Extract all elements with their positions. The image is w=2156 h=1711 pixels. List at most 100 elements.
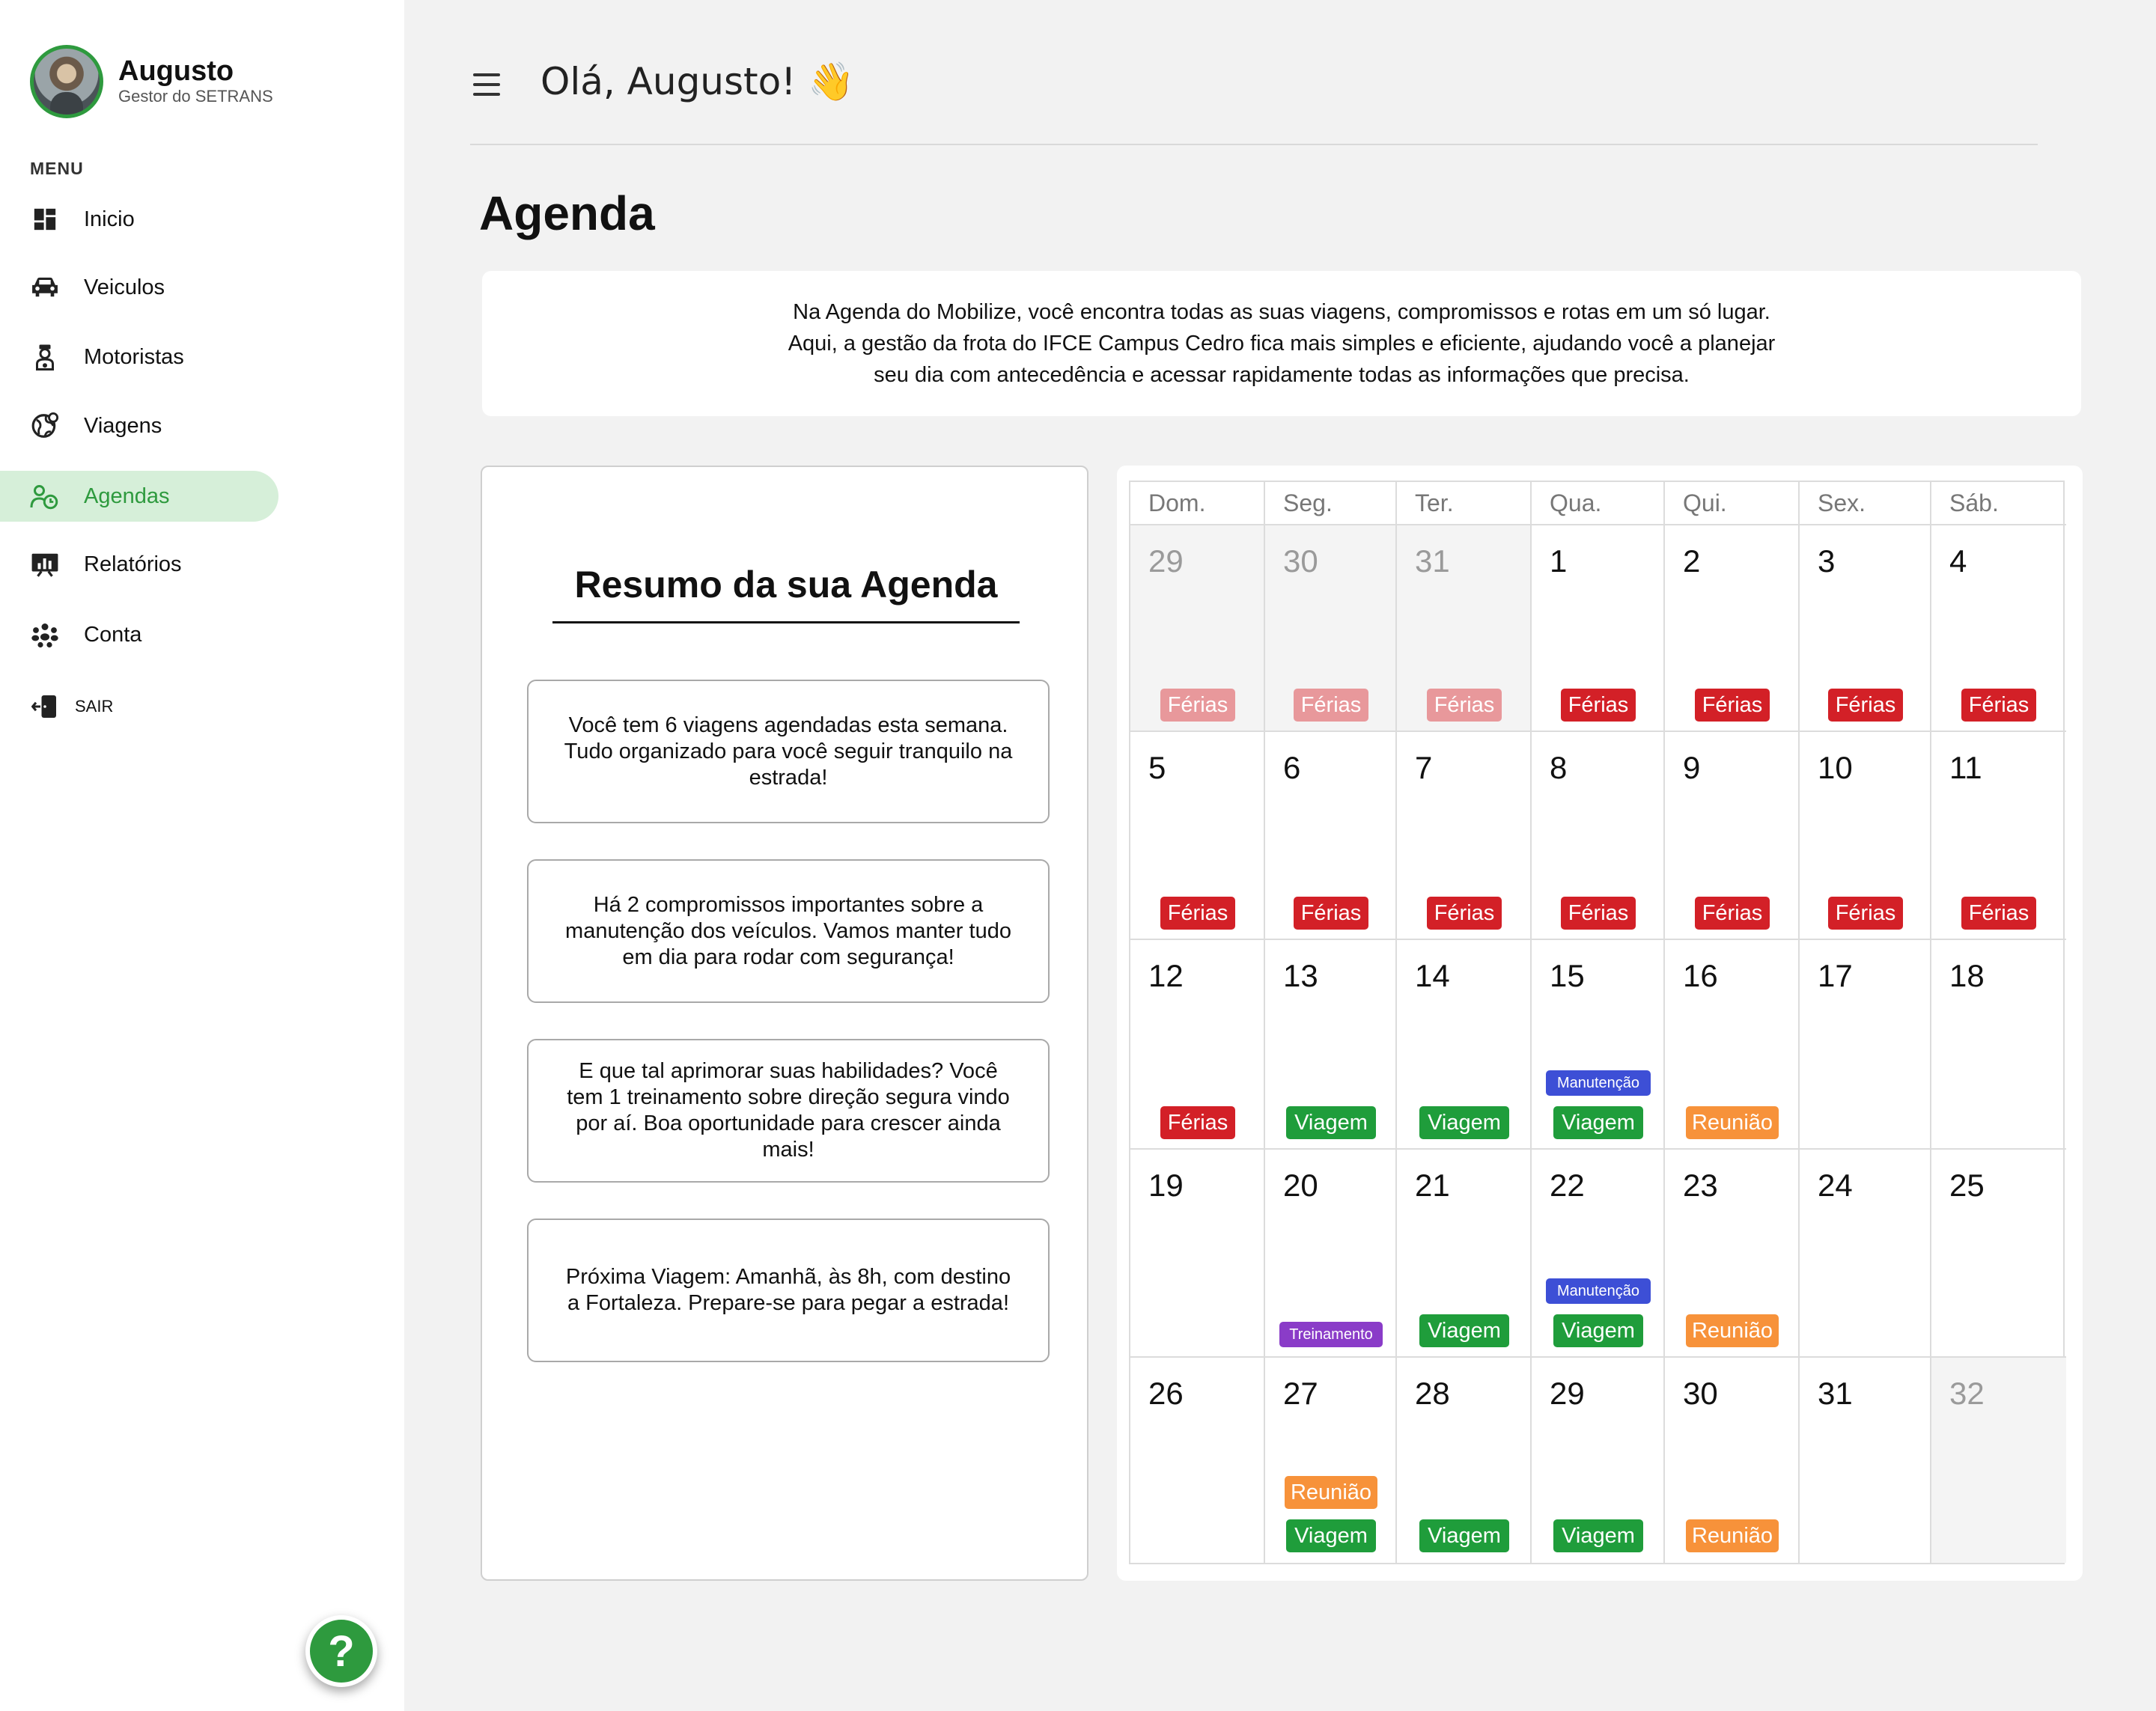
event-badge-ferias[interactable]: Férias (1561, 897, 1636, 930)
intro-card: Na Agenda do Mobilize, você encontra tod… (482, 271, 2081, 416)
event-badge-ferias[interactable]: Férias (1695, 689, 1770, 722)
day-number: 15 (1550, 958, 1585, 993)
weekday-header: Qua. (1532, 482, 1665, 525)
calendar-day[interactable]: 7 Férias (1397, 732, 1532, 940)
event-badge-viagem[interactable]: Viagem (1553, 1314, 1643, 1347)
event-badge-ferias[interactable]: Férias (1294, 897, 1368, 930)
event-badge-ferias[interactable]: Férias (1961, 897, 2036, 930)
sidebar-item-agendas[interactable]: Agendas (0, 471, 278, 522)
calendar-day[interactable]: 20 Treinamento (1265, 1150, 1397, 1358)
calendar-day[interactable]: 10 Férias (1800, 732, 1931, 940)
calendar-day[interactable]: 15 Viagem Manutenção (1532, 940, 1665, 1150)
event-badge-reuniao[interactable]: Reunião (1686, 1314, 1779, 1347)
calendar-day[interactable]: 28 Viagem (1397, 1358, 1532, 1563)
sidebar-item-inicio[interactable]: Inicio (0, 194, 278, 245)
avatar (30, 45, 103, 118)
day-number: 31 (1415, 543, 1450, 579)
event-badge-viagem[interactable]: Viagem (1553, 1106, 1643, 1139)
calendar-day[interactable]: 21 Viagem (1397, 1150, 1532, 1358)
calendar-day[interactable]: 1 Férias (1532, 525, 1665, 732)
event-badge-viagem[interactable]: Viagem (1419, 1519, 1509, 1552)
event-badge-ferias[interactable]: Férias (1160, 1106, 1235, 1139)
menu-toggle-icon[interactable] (473, 73, 500, 96)
calendar-day[interactable]: 3 Férias (1800, 525, 1931, 732)
calendar-day[interactable]: 23 Reunião (1665, 1150, 1800, 1358)
calendar-day[interactable]: 9 Férias (1665, 732, 1800, 940)
calendar-day[interactable]: 29 Férias (1130, 525, 1265, 732)
calendar-day[interactable]: 16 Reunião (1665, 940, 1800, 1150)
event-badge-treinamento[interactable]: Treinamento (1279, 1322, 1383, 1347)
calendar-day[interactable]: 18 (1931, 940, 2066, 1150)
summary-card-maintenance: Há 2 compromissos importantes sobre a ma… (527, 859, 1050, 1003)
calendar-day[interactable]: 32 (1931, 1358, 2066, 1563)
day-number: 31 (1818, 1376, 1853, 1411)
calendar-day[interactable]: 17 (1800, 940, 1931, 1150)
event-badge-ferias[interactable]: Férias (1961, 689, 2036, 722)
event-badge-ferias[interactable]: Férias (1561, 689, 1636, 722)
event-badge-viagem[interactable]: Viagem (1419, 1106, 1509, 1139)
calendar-day[interactable]: 31 (1800, 1358, 1931, 1563)
calendar-day[interactable]: 11 Férias (1931, 732, 2066, 940)
event-badge-reuniao[interactable]: Reunião (1686, 1519, 1779, 1552)
sidebar-item-viagens[interactable]: Viagens (0, 400, 278, 451)
calendar-day[interactable]: 22 Viagem Manutenção (1532, 1150, 1665, 1358)
event-badge-viagem[interactable]: Viagem (1419, 1314, 1509, 1347)
calendar-day[interactable]: 13 Viagem (1265, 940, 1397, 1150)
sidebar-item-relatorios[interactable]: Relatórios (0, 539, 278, 590)
calendar-day[interactable]: 26 (1130, 1358, 1265, 1563)
user-profile[interactable]: Augusto Gestor do SETRANS (30, 45, 273, 118)
event-badge-ferias[interactable]: Férias (1160, 897, 1235, 930)
day-number: 23 (1683, 1168, 1718, 1203)
day-number: 28 (1415, 1376, 1450, 1411)
calendar-day[interactable]: 19 (1130, 1150, 1265, 1358)
header-divider (470, 144, 2038, 145)
event-badge-ferias[interactable]: Férias (1828, 689, 1903, 722)
sidebar-item-label: Veiculos (84, 275, 165, 299)
calendar-day[interactable]: 6 Férias (1265, 732, 1397, 940)
event-badge-reuniao[interactable]: Reunião (1285, 1476, 1377, 1509)
sidebar-item-veiculos[interactable]: Veiculos (0, 262, 278, 313)
day-number: 7 (1415, 750, 1433, 785)
logout-button[interactable]: SAIR (0, 681, 278, 732)
calendar-day[interactable]: 27 Viagem Reunião (1265, 1358, 1397, 1563)
day-number: 32 (1949, 1376, 1985, 1411)
calendar-day[interactable]: 12 Férias (1130, 940, 1265, 1150)
day-number: 19 (1148, 1168, 1184, 1203)
event-badge-ferias[interactable]: Férias (1160, 689, 1235, 722)
calendar-day[interactable]: 2 Férias (1665, 525, 1800, 732)
calendar-day[interactable]: 29 Viagem (1532, 1358, 1665, 1563)
calendar-day[interactable]: 30 Reunião (1665, 1358, 1800, 1563)
calendar-day[interactable]: 8 Férias (1532, 732, 1665, 940)
summary-card-training: E que tal aprimorar suas habilidades? Vo… (527, 1039, 1050, 1183)
event-badge-viagem[interactable]: Viagem (1286, 1519, 1376, 1552)
event-badge-ferias[interactable]: Férias (1828, 897, 1903, 930)
event-badge-ferias[interactable]: Férias (1695, 897, 1770, 930)
summary-title-underline (552, 621, 1020, 623)
sidebar-item-motoristas[interactable]: Motoristas (0, 332, 278, 382)
calendar-day[interactable]: 30 Férias (1265, 525, 1397, 732)
day-number: 29 (1550, 1376, 1585, 1411)
calendar-day[interactable]: 5 Férias (1130, 732, 1265, 940)
calendar-day[interactable]: 14 Viagem (1397, 940, 1532, 1150)
help-button[interactable]: ? (305, 1615, 377, 1687)
event-badge-manutencao[interactable]: Manutenção (1546, 1278, 1651, 1304)
calendar-day[interactable]: 25 (1931, 1150, 2066, 1358)
event-badge-reuniao[interactable]: Reunião (1686, 1106, 1779, 1139)
day-number: 10 (1818, 750, 1853, 785)
event-badge-ferias[interactable]: Férias (1427, 897, 1502, 930)
day-number: 22 (1550, 1168, 1585, 1203)
presentation-chart-icon (30, 549, 60, 579)
day-number: 5 (1148, 750, 1166, 785)
event-badge-viagem[interactable]: Viagem (1286, 1106, 1376, 1139)
logout-label: SAIR (75, 697, 114, 716)
calendar-day[interactable]: 31 Férias (1397, 525, 1532, 732)
event-badge-viagem[interactable]: Viagem (1553, 1519, 1643, 1552)
event-badge-ferias[interactable]: Férias (1294, 689, 1368, 722)
calendar-day[interactable]: 4 Férias (1931, 525, 2066, 732)
event-badge-manutencao[interactable]: Manutenção (1546, 1070, 1651, 1096)
event-badge-ferias[interactable]: Férias (1427, 689, 1502, 722)
day-number: 3 (1818, 543, 1836, 579)
sidebar-item-conta[interactable]: Conta (0, 609, 278, 660)
agenda-summary-panel: Resumo da sua Agenda Você tem 6 viagens … (481, 466, 1088, 1581)
calendar-day[interactable]: 24 (1800, 1150, 1931, 1358)
